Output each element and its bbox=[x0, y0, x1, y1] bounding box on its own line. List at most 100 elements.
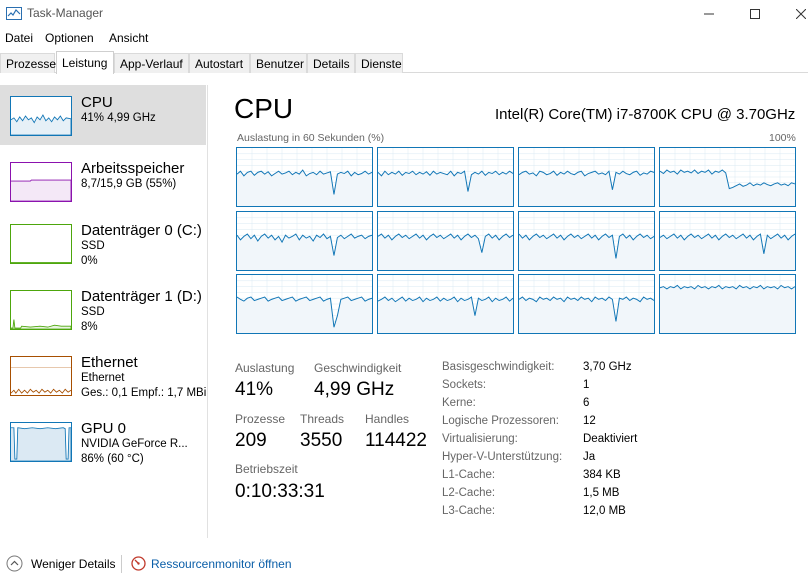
logical-processor-graph-11 bbox=[659, 274, 796, 334]
info-value: 12 bbox=[583, 415, 596, 427]
stat-prozesse-label: Prozesse bbox=[235, 412, 286, 426]
utilization-graph-label: Auslastung in 60 Sekunden (%) bbox=[237, 132, 385, 144]
stat-auslastung-label: Auslastung bbox=[235, 361, 295, 375]
stat-auslastung-value: 41% bbox=[235, 379, 274, 400]
menu-datei[interactable]: Datei bbox=[5, 31, 33, 45]
stat-threads-label: Threads bbox=[300, 412, 345, 426]
ethernet-thumbnail-graph bbox=[10, 356, 72, 396]
chevron-up-icon[interactable] bbox=[6, 555, 23, 572]
logical-processor-graph-4 bbox=[236, 210, 373, 271]
stat-betriebszeit-value: 0:10:33:31 bbox=[235, 481, 325, 502]
tab-benutzer[interactable]: Benutzer bbox=[250, 53, 307, 73]
sidebar-item-ethernet[interactable]: Ethernet Ethernet Ges.: 0,1 Empf.: 1,7 M… bbox=[0, 345, 206, 405]
info-key: L2-Cache: bbox=[442, 487, 496, 499]
utilization-area bbox=[378, 171, 513, 206]
disk1-thumbnail-graph bbox=[10, 290, 72, 330]
minimize-icon bbox=[704, 13, 714, 15]
stat-geschwindigkeit-label: Geschwindigkeit bbox=[314, 361, 402, 375]
info-value: 12,0 MB bbox=[583, 505, 626, 517]
sidebar-item-disk0-usage: 0% bbox=[81, 255, 98, 267]
disk0-thumbnail-graph bbox=[10, 224, 72, 264]
page-title: CPU bbox=[234, 93, 294, 124]
maximize-icon bbox=[750, 9, 760, 19]
utilization-graph-max: 100% bbox=[769, 132, 796, 144]
stat-prozesse-value: 209 bbox=[235, 430, 267, 451]
cpu-thumbnail-graph bbox=[10, 96, 72, 136]
sidebar-item-gpu[interactable]: GPU 0 NVIDIA GeForce R... 86% (60 °C) bbox=[0, 411, 206, 471]
tab-details[interactable]: Details bbox=[307, 53, 355, 73]
info-value: 1 bbox=[583, 379, 590, 391]
tab-dienste[interactable]: Dienste bbox=[355, 53, 403, 73]
memory-thumbnail-graph bbox=[10, 162, 72, 202]
tab-prozesse[interactable]: Prozesse bbox=[0, 53, 56, 73]
open-resource-monitor-link[interactable]: Ressourcenmonitor öffnen bbox=[151, 557, 292, 571]
info-key: Virtualisierung: bbox=[442, 433, 518, 445]
gpu-thumbnail-graph bbox=[10, 422, 72, 462]
logical-processor-graph-10 bbox=[518, 274, 655, 334]
tab-autostart[interactable]: Autostart bbox=[189, 53, 250, 73]
info-value: 3,70 GHz bbox=[583, 361, 632, 373]
info-key: Basisgeschwindigkeit: bbox=[442, 361, 555, 373]
sidebar-item-disk1[interactable]: Datenträger 1 (D:) SSD 8% bbox=[0, 279, 206, 339]
logical-processor-graph-1 bbox=[377, 147, 514, 207]
sidebar-item-gpu-model: NVIDIA GeForce R... bbox=[81, 438, 188, 450]
sidebar-item-memory[interactable]: Arbeitsspeicher 8,7/15,9 GB (55%) bbox=[0, 151, 206, 211]
utilization-area bbox=[660, 233, 795, 270]
sidebar-item-cpu-name: CPU bbox=[81, 94, 113, 111]
logical-processor-graph-5 bbox=[377, 210, 514, 271]
menu-ansicht[interactable]: Ansicht bbox=[109, 31, 148, 45]
stat-geschwindigkeit-value: 4,99 GHz bbox=[314, 379, 395, 400]
footer-divider bbox=[121, 555, 122, 573]
stat-handles-label: Handles bbox=[365, 412, 410, 426]
taskmanager-icon bbox=[6, 7, 22, 20]
menu-optionen[interactable]: Optionen bbox=[45, 31, 94, 45]
sidebar-item-disk0-name: Datenträger 0 (C:) bbox=[81, 222, 202, 239]
info-key: L1-Cache: bbox=[442, 469, 496, 481]
utilization-area bbox=[660, 285, 795, 333]
info-key: L3-Cache: bbox=[442, 505, 496, 517]
utilization-area bbox=[378, 297, 513, 333]
logical-processor-graph-8 bbox=[236, 274, 373, 334]
sidebar-item-disk1-type: SSD bbox=[81, 306, 105, 318]
logical-processor-graph-7 bbox=[659, 210, 796, 271]
sidebar-item-disk0[interactable]: Datenträger 0 (C:) SSD 0% bbox=[0, 213, 206, 273]
sidebar-item-cpu-detail: 41% 4,99 GHz bbox=[81, 112, 156, 124]
sidebar-item-memory-name: Arbeitsspeicher bbox=[81, 160, 185, 177]
maximize-button[interactable] bbox=[732, 0, 778, 28]
sidebar-item-ethernet-name: Ethernet bbox=[81, 354, 138, 371]
utilization-area bbox=[237, 297, 372, 333]
tab-leistung[interactable]: Leistung bbox=[56, 51, 114, 74]
sidebar-item-ethernet-throughput: Ges.: 0,1 Empf.: 1,7 MBit/s bbox=[81, 387, 206, 399]
menu-bar: Datei Optionen Ansicht bbox=[0, 28, 808, 48]
less-details-button[interactable]: Weniger Details bbox=[31, 557, 115, 571]
info-key: Logische Prozessoren: bbox=[442, 415, 559, 427]
title-bar: Task-Manager bbox=[0, 0, 808, 28]
sidebar-item-cpu[interactable]: CPU 41% 4,99 GHz bbox=[0, 85, 206, 145]
info-value: Ja bbox=[583, 451, 596, 463]
logical-processor-graph-2 bbox=[518, 147, 655, 207]
tab-app-verlauf[interactable]: App-Verlauf bbox=[114, 53, 189, 73]
close-button[interactable] bbox=[778, 0, 808, 28]
cpu-model-name: Intel(R) Core(TM) i7-8700K CPU @ 3.70GHz bbox=[495, 106, 796, 123]
info-value: Deaktiviert bbox=[583, 433, 638, 445]
logical-processor-graph-9 bbox=[377, 274, 514, 334]
sidebar-item-gpu-usage: 86% (60 °C) bbox=[81, 453, 144, 465]
stat-threads-value: 3550 bbox=[300, 430, 343, 451]
sidebar-item-disk1-usage: 8% bbox=[81, 321, 98, 333]
resource-sidebar: CPU 41% 4,99 GHz Arbeitsspeicher 8,7/15,… bbox=[0, 85, 208, 538]
tab-bar: Prozesse Leistung App-Verlauf Autostart … bbox=[0, 51, 808, 74]
minimize-button[interactable] bbox=[686, 0, 732, 28]
logical-processor-graph-3 bbox=[659, 147, 796, 207]
info-value: 6 bbox=[583, 397, 590, 409]
info-key: Hyper-V-Unterstützung: bbox=[442, 451, 563, 463]
logical-processor-graphs bbox=[236, 147, 796, 334]
window-title: Task-Manager bbox=[27, 6, 104, 20]
stat-handles-value: 114422 bbox=[365, 430, 427, 451]
sidebar-item-disk1-name: Datenträger 1 (D:) bbox=[81, 288, 202, 305]
info-key: Kerne: bbox=[442, 397, 476, 409]
sidebar-item-memory-detail: 8,7/15,9 GB (55%) bbox=[81, 178, 177, 190]
resource-monitor-icon bbox=[131, 556, 146, 571]
stat-betriebszeit-label: Betriebszeit bbox=[235, 462, 298, 476]
close-icon bbox=[796, 9, 806, 19]
logical-processor-graph-6 bbox=[518, 210, 655, 271]
